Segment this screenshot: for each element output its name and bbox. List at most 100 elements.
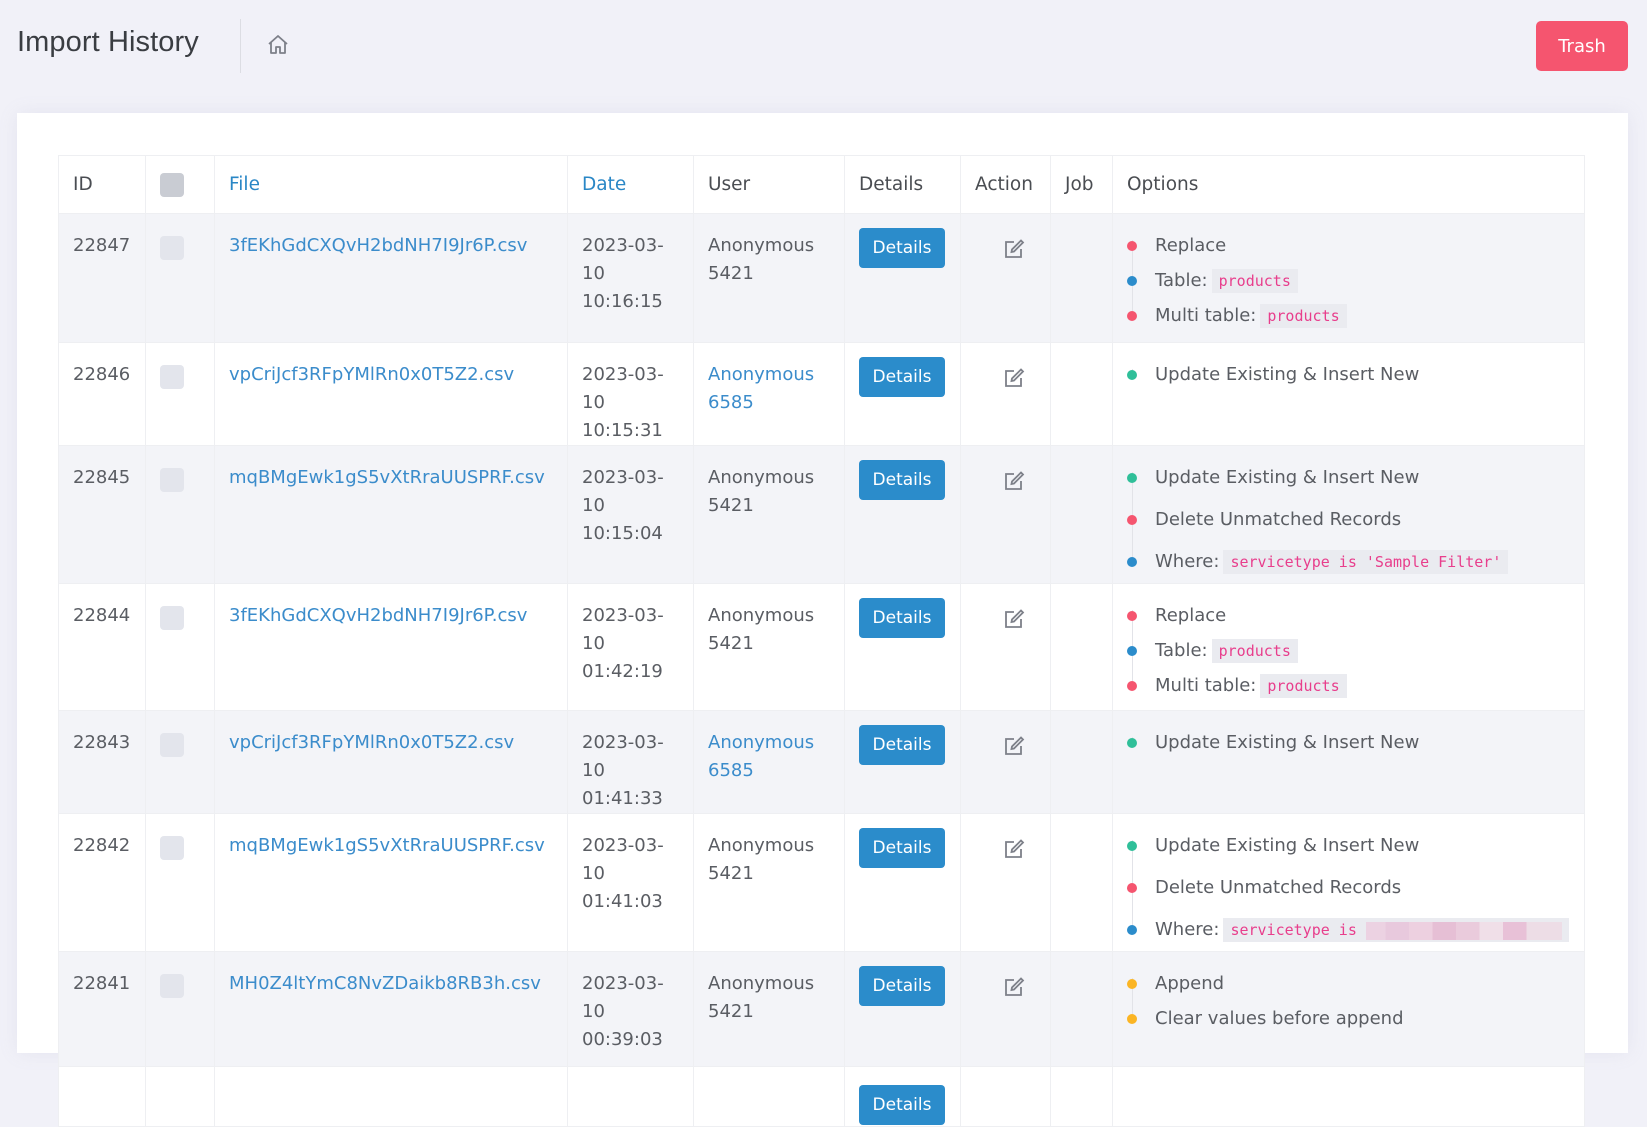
date-line: 10 01:41:03 [582,863,663,912]
column-header-id: ID [58,155,146,214]
option-item: Table: products [1127,637,1570,665]
details-button[interactable]: Details [859,1085,945,1125]
date-line: 10 10:15:04 [582,495,663,544]
user-name: Anonymous 5421 [708,605,814,654]
details-button[interactable]: Details [859,460,945,500]
cell-select [145,951,215,1067]
file-link[interactable]: MH0Z4ltYmC8NvZDaikb8RB3h.csv [229,973,541,994]
cell-options: Update Existing & Insert New [1112,342,1585,446]
edit-icon[interactable] [1003,367,1025,389]
cell-options: Append Clear values before append [1112,951,1585,1067]
file-link[interactable]: mqBMgEwk1gS5vXtRraUUSPRF.csv [229,467,545,488]
cell-date: 2023-03- 10 10:15:31 [567,342,694,446]
option-text: Where: [1155,919,1220,940]
row-checkbox[interactable] [160,606,184,630]
file-link[interactable]: 3fEKhGdCXQvH2bdNH7I9Jr6P.csv [229,235,527,256]
cell-details: Details [844,710,961,814]
option-item: Update Existing & Insert New [1127,464,1570,492]
option-text: Append [1155,973,1225,994]
cell-details: Details [844,951,961,1067]
cell-id: 22842 [58,813,146,952]
date-line: 2023-03- [582,467,664,488]
user-number: 5421 [708,495,754,516]
option-code: products [1260,304,1347,328]
details-button[interactable]: Details [859,228,945,268]
option-code-text: products [1267,677,1340,695]
option-item: Multi table: products [1127,672,1570,700]
row-checkbox[interactable] [160,836,184,860]
trash-button[interactable]: Trash [1536,21,1628,71]
user-link[interactable]: Anonymous 6585 [708,364,814,413]
file-link[interactable]: mqBMgEwk1gS5vXtRraUUSPRF.csv [229,835,545,856]
details-button[interactable]: Details [859,598,945,638]
date-line: 2023-03- [582,732,664,753]
option-item: Update Existing & Insert New [1127,361,1570,389]
option-code: products [1211,269,1298,293]
option-item: Delete Unmatched Records [1127,506,1570,534]
edit-icon[interactable] [1003,608,1025,630]
file-link[interactable]: 3fEKhGdCXQvH2bdNH7I9Jr6P.csv [229,605,527,626]
status-dot-icon [1127,311,1137,321]
cell-options: Replace Table: products Multi table: product… [1112,213,1585,343]
option-text: Clear values before append [1155,1008,1404,1029]
table-row: 22844 3fEKhGdCXQvH2bdNH7I9Jr6P.csv 2023-03… [58,583,1585,711]
options-list: Replace Table: products Multi table: product… [1127,232,1570,330]
cell-date: 2023-03- 10 10:16:15 [567,213,694,343]
user-link[interactable]: Anonymous 6585 [708,732,814,781]
details-button[interactable]: Details [859,725,945,765]
cell-file: MH0Z4ltYmC8NvZDaikb8RB3h.csv [214,951,568,1067]
status-dot-icon [1127,611,1137,621]
cell-id: 22841 [58,951,146,1067]
cell-action [960,213,1051,343]
date-line: 10 10:16:15 [582,263,663,312]
edit-icon[interactable] [1003,735,1025,757]
details-button[interactable]: Details [859,966,945,1006]
table-row: 22846 vpCriJcf3RFpYMlRn0x0T5Z2.csv 2023-03… [58,342,1585,446]
cell-file: mqBMgEwk1gS5vXtRraUUSPRF.csv [214,445,568,584]
status-dot-icon [1127,738,1137,748]
user-number: 6585 [708,392,754,413]
option-item: Delete Unmatched Records [1127,874,1570,902]
status-dot-icon [1127,841,1137,851]
column-header-details: Details [844,155,961,214]
column-header-file[interactable]: File [214,155,568,214]
row-checkbox[interactable] [160,974,184,998]
table-header-row: ID File Date User Details Action Job Opt… [58,155,1585,214]
table-row: 22842 mqBMgEwk1gS5vXtRraUUSPRF.csv 2023-03… [58,813,1585,952]
row-checkbox[interactable] [160,365,184,389]
file-link[interactable]: vpCriJcf3RFpYMlRn0x0T5Z2.csv [229,364,514,385]
row-checkbox[interactable] [160,733,184,757]
details-button[interactable]: Details [859,828,945,868]
edit-icon[interactable] [1003,838,1025,860]
row-checkbox[interactable] [160,236,184,260]
row-checkbox[interactable] [160,468,184,492]
option-text: Update Existing & Insert New [1155,732,1420,753]
cell-select [145,710,215,814]
option-code-text: servicetype is 'Sample Filter' [1230,553,1502,571]
option-item: Where: servicetype is 'Sample Filter' [1127,548,1570,576]
option-item: Multi table: products [1127,302,1570,330]
edit-icon[interactable] [1003,976,1025,998]
page-title: Import History [17,26,199,58]
cell-date: 2023-03- 10 01:41:33 [567,710,694,814]
details-button[interactable]: Details [859,357,945,397]
import-history-card: ID File Date User Details Action Job Opt… [17,113,1628,1127]
edit-icon[interactable] [1003,470,1025,492]
home-icon[interactable] [266,33,290,57]
cell-id: 22844 [58,583,146,711]
cell-job [1050,813,1113,952]
options-list: Update Existing & Insert New [1127,729,1570,757]
select-all-checkbox[interactable] [160,172,184,197]
status-dot-icon [1127,370,1137,380]
column-header-job: Job [1050,155,1113,214]
cell-file: 3fEKhGdCXQvH2bdNH7I9Jr6P.csv [214,213,568,343]
edit-icon[interactable] [1003,238,1025,260]
date-line: 2023-03- [582,835,664,856]
cell-select [145,213,215,343]
option-code: servicetype is [1223,918,1569,942]
cell-user: Anonymous 6585 [693,342,845,446]
cell-user: Anonymous 5421 [693,445,845,584]
file-link[interactable]: vpCriJcf3RFpYMlRn0x0T5Z2.csv [229,732,514,753]
column-header-date[interactable]: Date [567,155,694,214]
option-code: products [1211,639,1298,663]
